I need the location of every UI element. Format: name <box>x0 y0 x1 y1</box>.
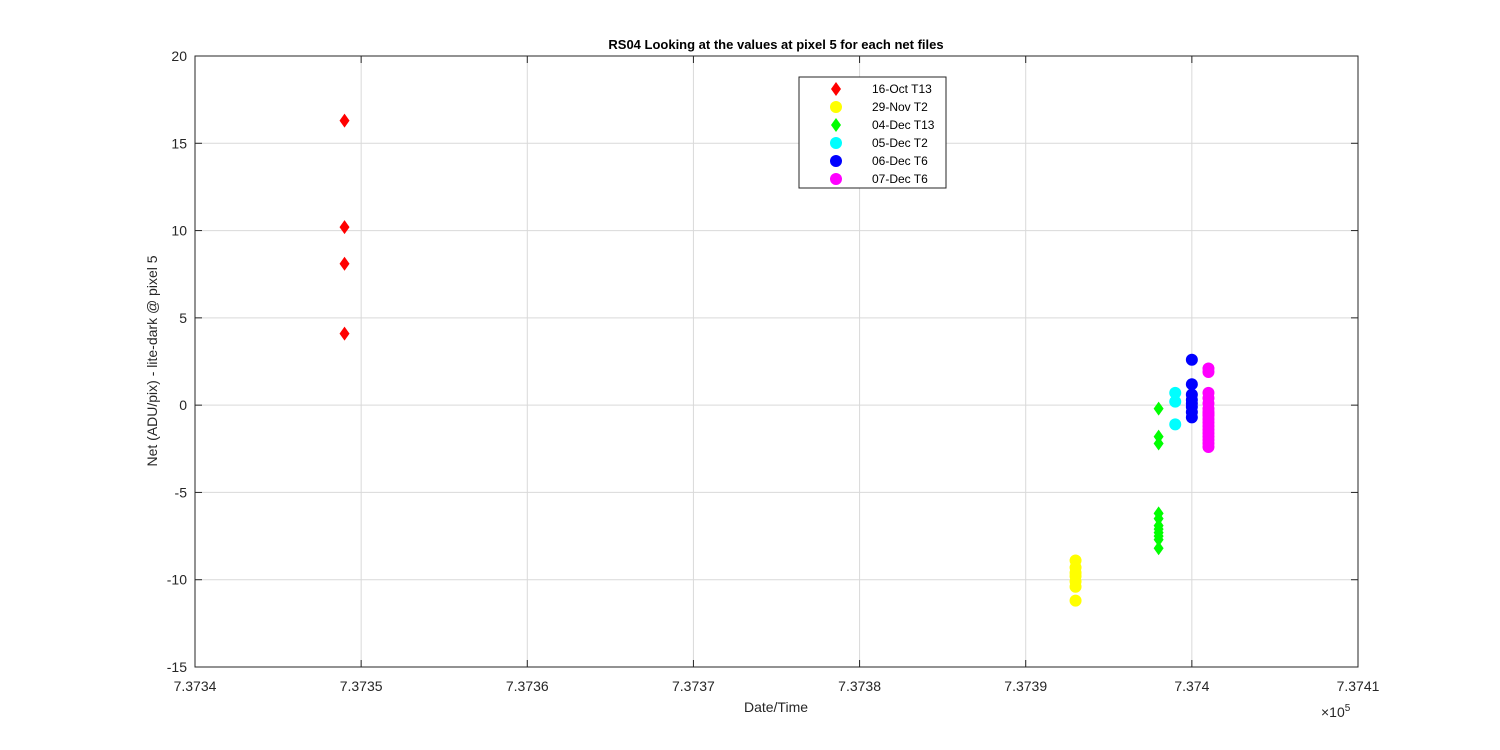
y-tick-label: 5 <box>179 310 187 326</box>
scatter-chart: 7.3734 7.3735 7.3736 7.3737 7.3738 7.3739 7.37… <box>0 0 1500 750</box>
y-tick-label: 20 <box>171 48 187 64</box>
legend-entry-label: 16-Oct T13 <box>872 82 932 96</box>
x-exponent-base: ×10 <box>1321 704 1345 720</box>
data-point <box>1202 441 1215 454</box>
y-tick-label: -10 <box>167 572 187 588</box>
chart-title: RS04 Looking at the values at pixel 5 fo… <box>608 37 943 52</box>
x-tick-label: 7.3737 <box>672 678 715 694</box>
x-tick-label: 7.3739 <box>1004 678 1047 694</box>
data-point <box>1202 365 1215 378</box>
x-tick-label: 7.3734 <box>174 678 217 694</box>
x-exponent-power: 5 <box>1345 703 1351 714</box>
legend-marker <box>830 155 842 167</box>
y-tick-label: 0 <box>179 397 187 413</box>
y-tick-label: -5 <box>175 484 188 500</box>
legend: 16-Oct T13 29-Nov T2 04-Dec T13 05-Dec T2 06… <box>798 76 947 189</box>
data-point <box>1069 594 1082 607</box>
data-point <box>1169 418 1182 431</box>
data-point <box>1185 411 1198 424</box>
x-tick-label: 7.3741 <box>1337 678 1380 694</box>
y-tick-label: 10 <box>171 223 187 239</box>
x-tick-label: 7.3738 <box>838 678 881 694</box>
legend-marker <box>830 173 842 185</box>
legend-entry-label: 06-Dec T6 <box>872 154 928 168</box>
x-tick-label: 7.3735 <box>340 678 383 694</box>
x-axis-label: Date/Time <box>744 699 808 715</box>
y-axis-label: Net (ADU/pix) - lite-dark @ pixel 5 <box>144 255 160 466</box>
data-point <box>1069 580 1082 593</box>
legend-entry-label: 05-Dec T2 <box>872 136 928 150</box>
data-point <box>1069 566 1082 579</box>
legend-entry-label: 29-Nov T2 <box>872 100 928 114</box>
data-point <box>1202 407 1215 420</box>
y-tick-label: -15 <box>167 659 187 675</box>
data-point <box>1185 378 1198 391</box>
legend-marker <box>830 137 842 149</box>
plot-area <box>195 56 1358 667</box>
x-tick-label: 7.3736 <box>506 678 549 694</box>
legend-marker <box>830 101 842 113</box>
legend-entry-label: 07-Dec T6 <box>872 172 928 186</box>
legend-entry-label: 04-Dec T13 <box>872 118 935 132</box>
data-point <box>1169 395 1182 408</box>
x-tick-label: 7.374 <box>1174 678 1209 694</box>
y-tick-label: 15 <box>171 135 187 151</box>
data-point <box>1185 353 1198 366</box>
